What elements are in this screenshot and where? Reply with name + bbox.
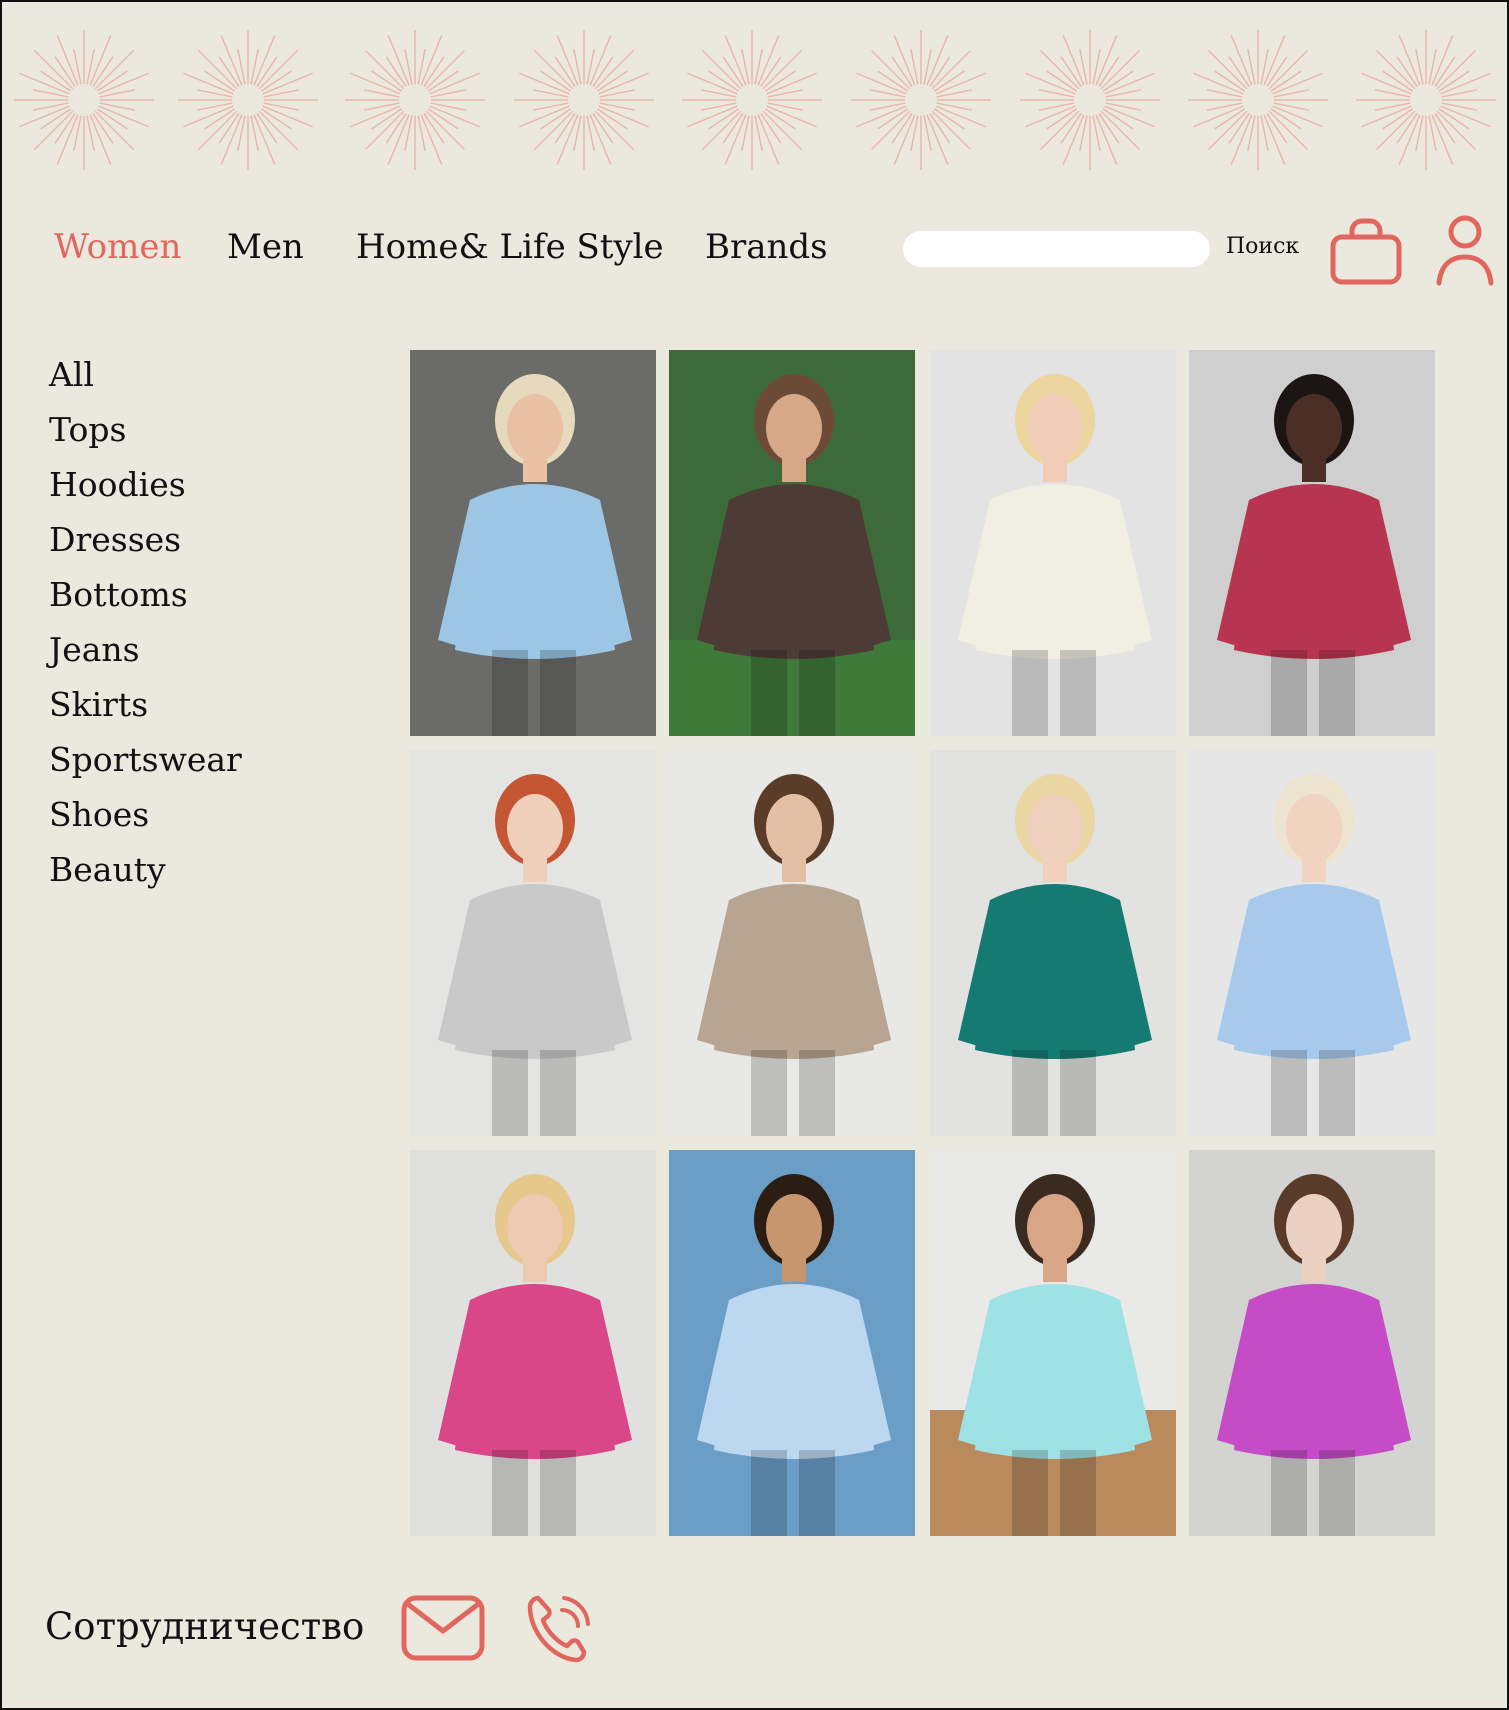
nav-brands[interactable]: Brands [705, 224, 828, 270]
product-image [410, 350, 656, 736]
sunburst-ornament [514, 30, 654, 170]
account-button[interactable] [1436, 215, 1494, 291]
category-tops[interactable]: Tops [49, 402, 242, 457]
sunburst-ornament [1356, 30, 1496, 170]
product-card[interactable] [410, 750, 656, 1136]
phone-button[interactable] [526, 1592, 590, 1668]
product-image [930, 750, 1176, 1136]
product-card[interactable] [410, 350, 656, 736]
category-skirts[interactable]: Skirts [49, 677, 242, 732]
product-image [410, 1150, 656, 1536]
product-card[interactable] [1189, 750, 1435, 1136]
product-card[interactable] [669, 350, 915, 736]
mail-icon [401, 1595, 485, 1661]
product-image [930, 1150, 1176, 1536]
product-card[interactable] [930, 1150, 1176, 1536]
sunburst-ornament [1188, 30, 1328, 170]
sunburst-ornament [178, 30, 318, 170]
shopping-bag-icon [1330, 218, 1402, 285]
category-sportswear[interactable]: Sportswear [49, 732, 242, 787]
product-card[interactable] [669, 1150, 915, 1536]
product-image [1189, 350, 1435, 736]
product-card[interactable] [1189, 350, 1435, 736]
product-image [669, 350, 915, 736]
sunburst-ornament [1020, 30, 1160, 170]
mail-button[interactable] [401, 1595, 485, 1665]
phone-icon [527, 1595, 590, 1663]
product-image [1189, 1150, 1435, 1536]
sunburst-ornament [851, 30, 991, 170]
category-beauty[interactable]: Beauty [49, 842, 242, 897]
nav-women[interactable]: Women [54, 224, 181, 270]
category-all[interactable]: All [49, 347, 242, 402]
category-jeans[interactable]: Jeans [49, 622, 242, 677]
product-card[interactable] [410, 1150, 656, 1536]
product-card[interactable] [1189, 1150, 1435, 1536]
category-sidebar: All Tops Hoodies Dresses Bottoms Jeans S… [49, 347, 242, 897]
product-image [669, 1150, 915, 1536]
footer-cooperation-label[interactable]: Сотрудничество [45, 1602, 364, 1652]
product-card[interactable] [669, 750, 915, 1136]
search-button[interactable]: Поиск [1226, 232, 1299, 262]
sunburst-ornament [345, 30, 485, 170]
sunburst-ornament [14, 30, 154, 170]
product-image [669, 750, 915, 1136]
product-image [1189, 750, 1435, 1136]
category-bottoms[interactable]: Bottoms [49, 567, 242, 622]
category-dresses[interactable]: Dresses [49, 512, 242, 567]
product-image [930, 350, 1176, 736]
product-image [410, 750, 656, 1136]
page: Women Men Home& Life Style Brands Поиск … [0, 0, 1509, 1710]
sunburst-ornament [682, 30, 822, 170]
user-icon [1436, 215, 1494, 286]
cart-button[interactable] [1330, 215, 1402, 291]
nav-men[interactable]: Men [227, 224, 304, 270]
category-shoes[interactable]: Shoes [49, 787, 242, 842]
nav-home-lifestyle[interactable]: Home& Life Style [356, 224, 664, 270]
product-card[interactable] [930, 350, 1176, 736]
product-card[interactable] [930, 750, 1176, 1136]
search-input[interactable] [903, 231, 1210, 267]
decorative-sunburst-row [14, 30, 1496, 170]
category-hoodies[interactable]: Hoodies [49, 457, 242, 512]
